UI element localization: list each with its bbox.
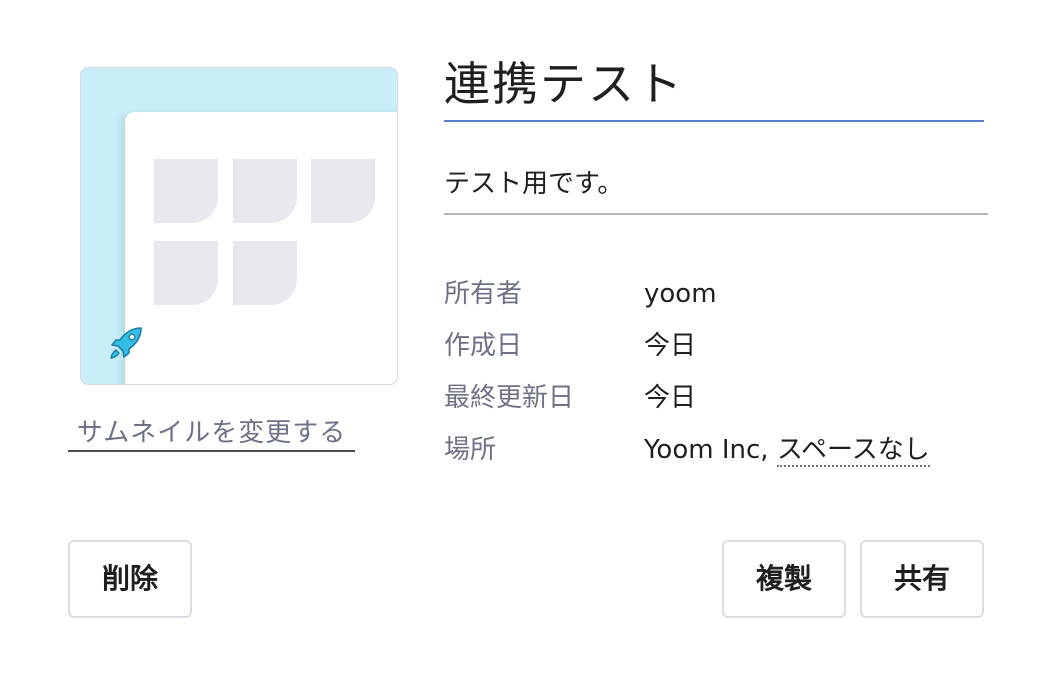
owner-value: yoom [644, 279, 717, 309]
share-button[interactable]: 共有 [860, 540, 984, 618]
change-thumbnail-link[interactable]: サムネイルを変更する [68, 414, 355, 452]
location-org: Yoom Inc, [644, 435, 769, 465]
thumbnail-tile [233, 159, 297, 223]
delete-button[interactable]: 削除 [68, 540, 192, 618]
location-label: 場所 [444, 435, 497, 465]
updated-value: 今日 [644, 383, 697, 413]
created-value: 今日 [644, 331, 697, 361]
meta-row-updated: 最終更新日 今日 [444, 378, 1004, 418]
location-space-link[interactable]: スペースなし [776, 435, 930, 467]
thumbnail-tile [311, 159, 375, 223]
project-thumbnail [80, 67, 398, 385]
updated-label: 最終更新日 [444, 383, 575, 413]
thumbnail-tile [154, 241, 218, 305]
meta-row-created: 作成日 今日 [444, 326, 1004, 366]
thumbnail-tile [154, 159, 218, 223]
rocket-icon [110, 327, 142, 359]
thumbnail-card [125, 112, 397, 384]
thumbnail-tile [233, 241, 297, 305]
owner-label: 所有者 [444, 279, 523, 309]
meta-row-owner: 所有者 yoom [444, 274, 1004, 314]
location-value: Yoom Inc, スペースなし [644, 430, 930, 470]
project-title-input[interactable]: 連携テスト [444, 52, 984, 122]
duplicate-button[interactable]: 複製 [722, 540, 846, 618]
meta-row-location: 場所 Yoom Inc, スペースなし [444, 430, 1004, 470]
created-label: 作成日 [444, 331, 523, 361]
project-description-input[interactable]: テスト用です。 [444, 160, 988, 215]
project-settings-panel: サムネイルを変更する 連携テスト テスト用です。 所有者 yoom 作成日 今日… [0, 0, 1056, 688]
